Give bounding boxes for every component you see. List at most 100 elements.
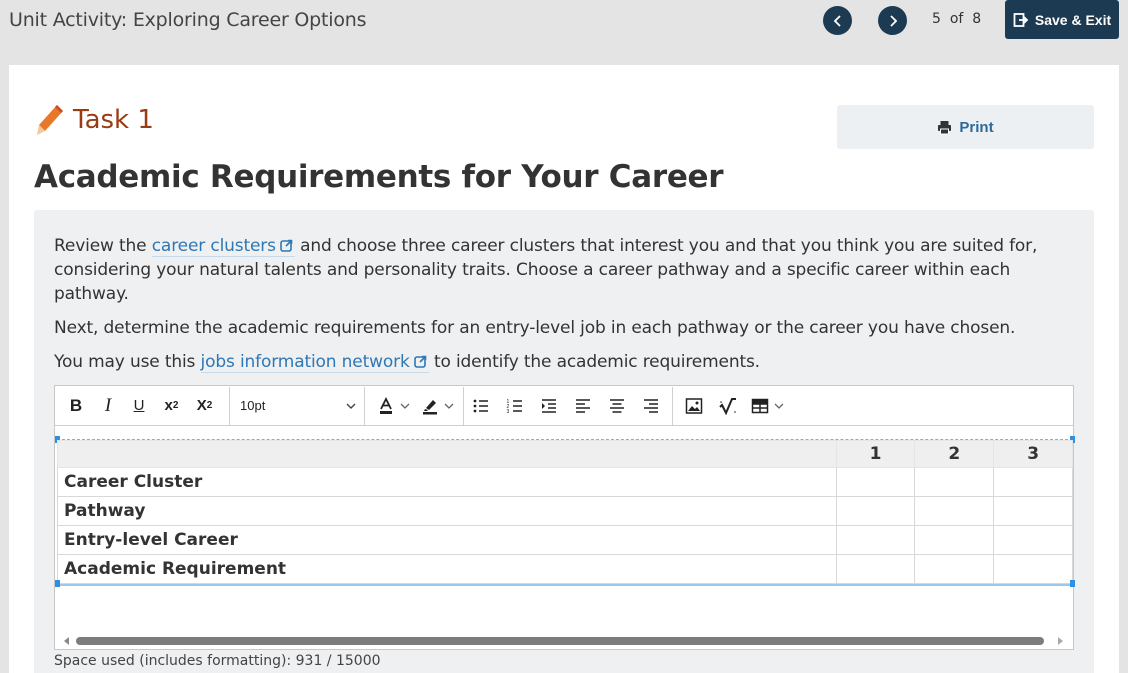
editor-content[interactable]: 1 2 3 Career Cluster Pathway Entry-level… <box>55 436 1075 587</box>
task-label: Task 1 <box>73 105 154 135</box>
task-heading: Task 1 <box>35 103 154 137</box>
chevron-down-icon <box>400 403 409 409</box>
table-cell[interactable] <box>993 525 1073 555</box>
insert-table-button[interactable] <box>745 391 789 421</box>
table-cell[interactable] <box>914 525 995 555</box>
table-cell[interactable] <box>914 496 995 526</box>
indent-icon <box>542 398 556 413</box>
table-selection-bottom <box>57 584 1073 586</box>
image-icon <box>685 397 703 414</box>
instruction-paragraph-3: You may use this jobs information networ… <box>54 350 1054 374</box>
horizontal-scrollbar[interactable] <box>55 634 1073 648</box>
p1-text-before: Review the <box>54 236 147 256</box>
p3-text-before: You may use this <box>54 352 196 372</box>
numbered-list-button[interactable]: 123 <box>498 391 532 421</box>
align-left-icon <box>576 398 590 413</box>
table-cell[interactable] <box>993 467 1073 497</box>
next-page-button[interactable] <box>878 6 907 35</box>
font-color-button[interactable] <box>371 391 415 421</box>
table-cell[interactable] <box>835 496 916 526</box>
highlighter-icon <box>422 399 437 414</box>
table-cell[interactable] <box>914 467 995 497</box>
resize-handle[interactable] <box>55 580 60 587</box>
chevron-down-icon <box>774 403 783 409</box>
numbered-list-icon: 123 <box>507 399 522 415</box>
scroll-right-arrow[interactable] <box>1058 637 1063 645</box>
align-center-button[interactable] <box>600 391 634 421</box>
instructions-panel: Review the career clusters and choose th… <box>34 210 1094 673</box>
insert-equation-button[interactable] <box>711 391 745 421</box>
scrollbar-thumb[interactable] <box>76 637 1044 645</box>
bullet-list-icon <box>473 399 488 412</box>
table-row: Pathway <box>57 496 1073 526</box>
align-right-button[interactable] <box>634 391 668 421</box>
indent-button[interactable] <box>532 391 566 421</box>
scroll-left-arrow[interactable] <box>64 637 69 645</box>
jobs-network-link[interactable]: jobs information network <box>200 352 429 373</box>
row-label[interactable]: Entry-level Career <box>57 525 837 555</box>
table-header-cell: 1 <box>835 440 916 468</box>
table-cell[interactable] <box>993 496 1073 526</box>
row-label[interactable]: Pathway <box>57 496 837 526</box>
print-label: Print <box>959 118 994 136</box>
table-cell[interactable] <box>835 554 916 584</box>
page-counter: 5 of 8 <box>932 11 981 27</box>
instruction-paragraph-1: Review the career clusters and choose th… <box>54 234 1054 306</box>
save-exit-label: Save & Exit <box>1034 11 1112 28</box>
chevron-down-icon <box>346 403 356 409</box>
bold-button[interactable]: B <box>59 391 93 421</box>
top-bar: Unit Activity: Exploring Career Options … <box>0 0 1128 44</box>
page-of: of <box>949 11 964 27</box>
save-exit-button[interactable]: Save & Exit <box>1005 0 1119 39</box>
page-current: 5 <box>932 11 941 27</box>
row-label[interactable]: Career Cluster <box>57 467 837 497</box>
chevron-down-icon <box>444 403 453 409</box>
table-cell[interactable] <box>835 525 916 555</box>
bulleted-list-button[interactable] <box>464 391 498 421</box>
square-root-icon <box>719 397 736 415</box>
printer-icon <box>938 120 952 134</box>
external-link-icon <box>413 355 426 368</box>
highlight-color-button[interactable] <box>415 391 459 421</box>
career-table: 1 2 3 Career Cluster Pathway Entry-level… <box>57 440 1073 584</box>
insert-image-button[interactable] <box>677 391 711 421</box>
underline-button[interactable]: U <box>123 391 155 421</box>
table-icon <box>751 398 768 413</box>
jobs-network-link-text: jobs information network <box>200 352 410 372</box>
table-header-row: 1 2 3 <box>57 440 1073 468</box>
instruction-paragraph-2: Next, determine the academic requirement… <box>54 318 1016 338</box>
career-clusters-link[interactable]: career clusters <box>151 236 295 257</box>
resize-handle[interactable] <box>1070 580 1075 587</box>
font-size-value: 10pt <box>240 398 266 413</box>
subscript-button[interactable]: X2 <box>188 391 221 421</box>
table-cell[interactable] <box>835 467 916 497</box>
table-row: Academic Requirement <box>57 554 1073 584</box>
previous-page-button[interactable] <box>823 6 852 35</box>
chevron-left-icon <box>833 14 841 27</box>
svg-text:3: 3 <box>507 409 510 415</box>
page-total: 8 <box>972 11 982 27</box>
table-cell[interactable] <box>914 554 995 584</box>
external-link-icon <box>280 239 293 252</box>
superscript-button[interactable]: x2 <box>155 391 188 421</box>
font-size-select[interactable]: 10pt <box>230 391 364 421</box>
p3-text-after: to identify the academic requirements. <box>433 352 760 372</box>
chevron-right-icon <box>889 14 897 27</box>
align-left-button[interactable] <box>566 391 600 421</box>
italic-button[interactable]: I <box>93 391 123 421</box>
align-right-icon <box>644 398 658 413</box>
table-cell[interactable] <box>993 554 1073 584</box>
page-title: Academic Requirements for Your Career <box>34 159 724 195</box>
table-row: Career Cluster <box>57 467 1073 497</box>
activity-title: Unit Activity: Exploring Career Options <box>9 9 367 31</box>
print-button[interactable]: Print <box>837 105 1094 149</box>
toolbar-divider <box>364 386 365 425</box>
table-header-cell: 3 <box>993 440 1073 468</box>
table-header-cell <box>57 440 837 468</box>
align-center-icon <box>610 398 624 413</box>
space-used-text: Space used (includes formatting): 931 / … <box>54 653 381 669</box>
editor-toolbar: B I U x2 X2 10pt 1 2 3 <box>55 386 1073 426</box>
row-label[interactable]: Academic Requirement <box>57 554 837 584</box>
career-clusters-link-text: career clusters <box>151 236 276 256</box>
rich-text-editor: B I U x2 X2 10pt 1 2 3 1 2 3 Career Clus… <box>54 385 1075 650</box>
